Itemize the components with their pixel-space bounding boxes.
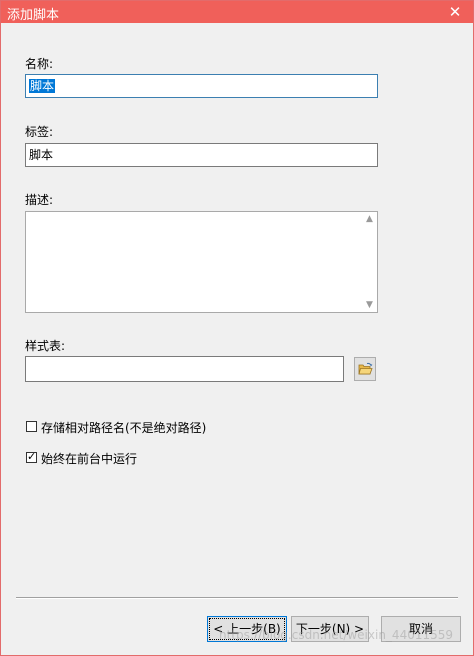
scroll-down-icon[interactable]: ▼ [362, 300, 377, 310]
relative-path-checkbox[interactable] [26, 421, 37, 432]
relative-path-label: 存储相对路径名(不是绝对路径) [41, 421, 207, 435]
description-scrollbar[interactable]: ▲ ▼ [362, 212, 377, 312]
stylesheet-input[interactable] [25, 356, 344, 382]
add-script-dialog: 添加脚本 ✕ 名称: 脚本 标签: 脚本 描述: ▲ ▼ 样式表: 存储相对路径… [0, 0, 474, 656]
watermark: https://blog.csdn.net/weixin_44011559 [219, 628, 454, 642]
dialog-title: 添加脚本 [7, 8, 60, 23]
title-bar[interactable]: 添加脚本 ✕ [1, 1, 473, 23]
name-label: 名称: [25, 57, 54, 71]
folder-open-icon [358, 362, 373, 379]
scroll-up-icon[interactable]: ▲ [362, 214, 377, 224]
description-textarea[interactable]: ▲ ▼ [25, 211, 378, 313]
footer-separator [16, 597, 458, 599]
close-icon[interactable]: ✕ [437, 1, 473, 23]
tag-label: 标签: [25, 125, 54, 139]
always-foreground-checkbox[interactable]: ✓ [26, 450, 37, 463]
stylesheet-label: 样式表: [25, 339, 66, 353]
tag-input-value: 脚本 [29, 148, 54, 162]
description-label: 描述: [25, 193, 54, 207]
checkmark-icon: ✓ [27, 450, 37, 463]
name-input[interactable]: 脚本 [25, 74, 378, 98]
name-input-value: 脚本 [29, 79, 56, 93]
always-foreground-label: 始终在前台中运行 [41, 452, 138, 466]
browse-stylesheet-button[interactable] [354, 357, 376, 381]
tag-input[interactable]: 脚本 [25, 143, 378, 167]
